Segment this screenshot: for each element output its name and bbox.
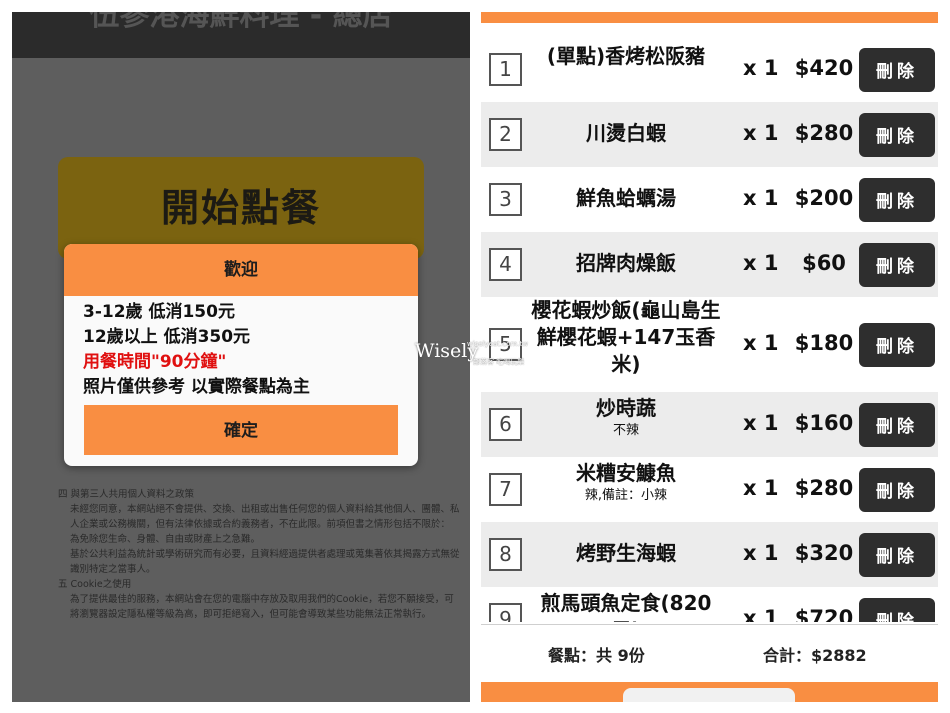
item-name: 米糟安鱇魚辣,備註：小辣 — [531, 460, 721, 504]
item-quantity: x 1 — [743, 475, 779, 500]
welcome-dialog: 歡迎 3-12歲 低消150元 12歲以上 低消350元 用餐時間"90分鐘" … — [64, 244, 418, 466]
item-name-text: 櫻花蝦炒飯(龜山島生鮮櫻花蝦+147玉香米) — [531, 298, 721, 376]
top-accent-bar — [481, 12, 938, 23]
item-name-text: 煎馬頭魚定食(820元) — [540, 591, 712, 622]
right-panel: 1 (單點)香烤松阪豬 x 1 $420 刪除 2 川燙白蝦 x 1 $280 刪除 3 鮮魚蛤蠣湯 x… — [481, 12, 938, 702]
dialog-line-child-min: 3-12歲 低消150元 — [83, 302, 235, 322]
item-note: 辣,備註：小辣 — [584, 488, 668, 503]
item-number: 3 — [489, 183, 522, 216]
watermark-caption: 部落客 吃喝玩樂 — [473, 358, 525, 366]
item-quantity: x 1 — [743, 120, 779, 145]
order-summary: 餐點：共 9份 合計：$2882 — [481, 624, 938, 683]
item-number: 2 — [489, 118, 522, 151]
item-quantity: x 1 — [743, 410, 779, 435]
item-price: $280 — [794, 120, 854, 145]
dialog-line-adult-min: 12歲以上 低消350元 — [83, 327, 251, 347]
dialog-title: 歡迎 — [64, 244, 418, 296]
policy-paragraph: 為免除您生命、身體、自由或財產上之急難。 — [70, 534, 261, 545]
policy-paragraph: 基於公共利益為統計或學術研究而有必要，且資料經過提供者處理或蒐集著依其揭露方式無… — [70, 549, 460, 575]
order-row: 4 招牌肉燥飯 x 1 $60 刪除 — [481, 232, 938, 297]
item-price: $320 — [794, 540, 854, 565]
item-number: 8 — [489, 538, 522, 571]
delete-button[interactable]: 刪除 — [859, 467, 935, 512]
item-price: $280 — [794, 475, 854, 500]
item-quantity: x 1 — [743, 250, 779, 275]
item-name-text: 炒時蔬 — [596, 396, 656, 420]
app-header: 伍參港海鮮料理 - 總店 — [12, 12, 470, 58]
item-name-text: 川燙白蝦 — [586, 121, 666, 145]
dialog-line-time-limit: 用餐時間"90分鐘" — [83, 352, 227, 372]
item-quantity: x 1 — [743, 55, 779, 80]
watermark-url: wiselyeat.com.tw — [467, 340, 528, 348]
delete-button[interactable]: 刪除 — [859, 597, 935, 622]
order-row: 2 川燙白蝦 x 1 $280 刪除 — [481, 102, 938, 167]
restaurant-title: 伍參港海鮮料理 - 總店 — [89, 12, 393, 33]
policy-section-title: 四 與第三人共用個人資料之政策 — [58, 489, 195, 500]
order-row: 7 米糟安鱇魚辣,備註：小辣 x 1 $280 刪除 — [481, 457, 938, 522]
item-quantity: x 1 — [743, 185, 779, 210]
order-total: 合計：$2882 — [763, 646, 867, 665]
order-row: 9 煎馬頭魚定食(820元) x 1 $720 刪除 — [481, 587, 938, 622]
item-name: 烤野生海蝦 — [531, 540, 721, 567]
order-row: 6 炒時蔬不辣 x 1 $160 刪除 — [481, 392, 938, 457]
item-name: (單點)香烤松阪豬 — [531, 43, 721, 70]
dialog-line-photo-note: 照片僅供參考 以實際餐點為主 — [83, 377, 310, 397]
item-number: 9 — [489, 603, 522, 622]
policy-section-title: 五 Cookie之使用 — [58, 579, 132, 590]
order-row: 1 (單點)香烤松阪豬 x 1 $420 刪除 — [481, 37, 938, 102]
item-note: 不辣 — [612, 423, 639, 438]
bottom-accent-bar — [481, 682, 938, 702]
order-row: 3 鮮魚蛤蠣湯 x 1 $200 刪除 — [481, 167, 938, 232]
item-price: $420 — [794, 55, 854, 80]
privacy-policy-text: 四 與第三人共用個人資料之政策 未經您同意，本網站絕不會提供、交換、出租或出售任… — [58, 487, 463, 622]
order-list[interactable]: 1 (單點)香烤松阪豬 x 1 $420 刪除 2 川燙白蝦 x 1 $280 刪除 3 鮮魚蛤蠣湯 x… — [481, 37, 938, 622]
item-name-text: 鮮魚蛤蠣湯 — [576, 186, 676, 210]
item-name-text: 米糟安鱇魚 — [576, 461, 676, 485]
item-price: $60 — [802, 250, 846, 275]
item-number: 1 — [489, 53, 522, 86]
delete-button[interactable]: 刪除 — [859, 47, 935, 92]
order-row: 8 烤野生海蝦 x 1 $320 刪除 — [481, 522, 938, 587]
item-name-text: 烤野生海蝦 — [576, 541, 676, 565]
item-name: 招牌肉燥飯 — [531, 250, 721, 277]
item-name: 炒時蔬 不辣 — [531, 395, 721, 439]
bottom-tab-handle[interactable] — [623, 688, 795, 702]
delete-button[interactable]: 刪除 — [859, 402, 935, 447]
watermark: Wisely wiselyeat.com.tw 部落客 吃喝玩樂 — [415, 340, 540, 376]
policy-paragraph: 未經您同意，本網站絕不會提供、交換、出租或出售任何您的個人資料給其他個人、團體、… — [70, 504, 460, 530]
item-name-text: 招牌肉燥飯 — [576, 251, 676, 275]
item-price: $200 — [794, 185, 854, 210]
item-name: 鮮魚蛤蠣湯 — [531, 185, 721, 212]
item-count: 餐點：共 9份 — [548, 646, 645, 665]
item-name: 川燙白蝦 — [531, 120, 721, 147]
delete-button[interactable]: 刪除 — [859, 242, 935, 287]
left-panel: 伍參港海鮮料理 - 總店 開始點餐 四 與第三人共用個人資料之政策 未經您同意，… — [12, 12, 470, 702]
item-quantity: x 1 — [743, 540, 779, 565]
delete-button[interactable]: 刪除 — [859, 177, 935, 222]
item-name-text: (單點)香烤松阪豬 — [546, 44, 706, 68]
item-number: 4 — [489, 248, 522, 281]
delete-button[interactable]: 刪除 — [859, 322, 935, 367]
item-name: 櫻花蝦炒飯(龜山島生鮮櫻花蝦+147玉香米) — [531, 297, 721, 378]
item-number: 6 — [489, 408, 522, 441]
confirm-button[interactable]: 確定 — [84, 405, 398, 455]
item-price: $180 — [794, 330, 854, 355]
item-price: $720 — [794, 605, 854, 623]
delete-button[interactable]: 刪除 — [859, 112, 935, 157]
dialog-message: 3-12歲 低消150元 12歲以上 低消350元 用餐時間"90分鐘" 照片僅… — [64, 296, 418, 400]
item-name: 煎馬頭魚定食(820元) — [531, 590, 721, 622]
item-quantity: x 1 — [743, 605, 779, 623]
item-quantity: x 1 — [743, 330, 779, 355]
policy-paragraph: 為了提供最佳的服務，本網站會在您的電腦中存放及取用我們的Cookie，若您不願接… — [70, 594, 454, 620]
item-price: $160 — [794, 410, 854, 435]
order-row: 5 櫻花蝦炒飯(龜山島生鮮櫻花蝦+147玉香米) x 1 $180 刪除 — [481, 297, 938, 392]
delete-button[interactable]: 刪除 — [859, 532, 935, 577]
item-number: 7 — [489, 473, 522, 506]
